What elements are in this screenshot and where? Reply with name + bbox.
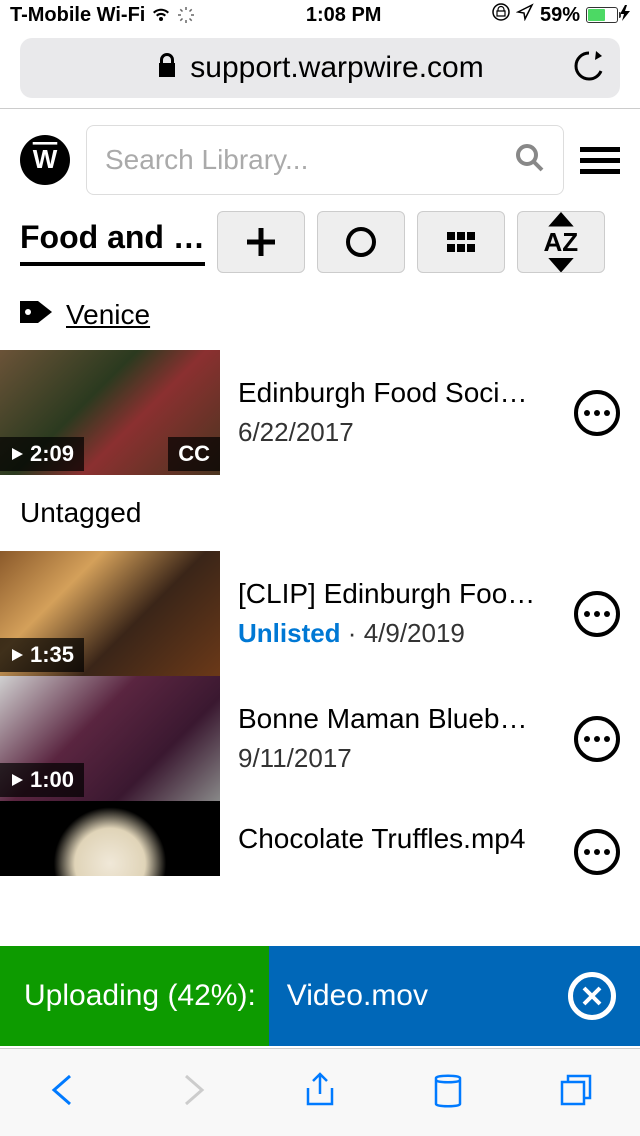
back-button[interactable]: [44, 1070, 84, 1115]
video-title: Chocolate Truffles.mp4: [238, 823, 556, 855]
cc-badge: CC: [168, 437, 220, 471]
loading-icon: [177, 6, 195, 24]
browser-url-bar[interactable]: support.warpwire.com: [20, 38, 620, 98]
lock-icon: [156, 53, 178, 84]
more-options-button[interactable]: [574, 591, 620, 637]
warpwire-logo[interactable]: W: [20, 135, 70, 185]
more-options-button[interactable]: [574, 716, 620, 762]
sort-label: AZ: [544, 227, 579, 258]
forward-button: [172, 1070, 212, 1115]
upload-text-prefix: Uploading (42%):: [24, 979, 256, 1013]
tag-label: Venice: [66, 299, 150, 331]
video-row[interactable]: 2:09 CC Edinburgh Food Soci… 6/22/2017: [0, 350, 640, 475]
video-thumbnail[interactable]: 1:00: [0, 676, 220, 801]
video-title: Bonne Maman Blueb…: [238, 703, 556, 735]
orientation-lock-icon: [492, 3, 510, 27]
video-meta: Unlisted · 4/9/2019: [238, 618, 556, 649]
more-options-button[interactable]: [574, 390, 620, 436]
hamburger-menu-icon[interactable]: [580, 147, 620, 174]
url-text: support.warpwire.com: [190, 51, 483, 85]
video-thumbnail[interactable]: 2:09 CC: [0, 350, 220, 475]
more-options-button[interactable]: [574, 829, 620, 875]
search-input[interactable]: [105, 144, 503, 176]
library-toolbar: Food and … AZ: [0, 211, 640, 273]
tag-icon: [20, 297, 54, 332]
charging-icon: [620, 4, 630, 27]
video-thumbnail[interactable]: [0, 801, 220, 876]
location-icon: [516, 3, 534, 27]
cancel-upload-button[interactable]: [568, 972, 616, 1020]
sort-button[interactable]: AZ: [517, 211, 605, 273]
bookmarks-button[interactable]: [428, 1070, 468, 1115]
upload-filename: Video.mov: [287, 979, 428, 1013]
duration-badge: 1:00: [0, 763, 84, 797]
breadcrumb[interactable]: Food and …: [20, 219, 205, 266]
duration-badge: 2:09: [0, 437, 84, 471]
video-thumbnail[interactable]: 1:35: [0, 551, 220, 676]
wifi-icon: [151, 7, 171, 23]
duration-badge: 1:35: [0, 638, 84, 672]
video-title: [CLIP] Edinburgh Foo…: [238, 578, 556, 610]
unlisted-badge: Unlisted: [238, 618, 341, 648]
tabs-button[interactable]: [556, 1070, 596, 1115]
search-icon[interactable]: [515, 143, 545, 178]
grid-view-button[interactable]: [417, 211, 505, 273]
video-row[interactable]: Chocolate Truffles.mp4: [0, 801, 640, 876]
clock: 1:08 PM: [306, 4, 382, 27]
safari-toolbar: [0, 1048, 640, 1136]
share-button[interactable]: [300, 1070, 340, 1115]
section-header-untagged: Untagged: [0, 475, 640, 551]
video-date: 9/11/2017: [238, 743, 556, 774]
tag-filter[interactable]: Venice: [0, 273, 640, 350]
carrier-label: T-Mobile Wi-Fi: [10, 4, 145, 27]
video-row[interactable]: 1:00 Bonne Maman Blueb… 9/11/2017: [0, 676, 640, 801]
video-row[interactable]: 1:35 [CLIP] Edinburgh Foo… Unlisted · 4/…: [0, 551, 640, 676]
app-header: W: [0, 109, 640, 211]
video-date: 6/22/2017: [238, 417, 556, 448]
record-button[interactable]: [317, 211, 405, 273]
upload-progress-banner: Uploading (42%): Video.mov: [0, 946, 640, 1046]
search-box[interactable]: [86, 125, 564, 195]
reload-icon[interactable]: [574, 49, 604, 88]
svg-text:W: W: [33, 144, 58, 174]
video-title: Edinburgh Food Soci…: [238, 377, 556, 409]
battery-icon: [586, 7, 618, 23]
browser-url-bar-container: support.warpwire.com: [0, 30, 640, 108]
add-button[interactable]: [217, 211, 305, 273]
ios-status-bar: T-Mobile Wi-Fi 1:08 PM 59%: [0, 0, 640, 30]
battery-pct: 59%: [540, 4, 580, 27]
